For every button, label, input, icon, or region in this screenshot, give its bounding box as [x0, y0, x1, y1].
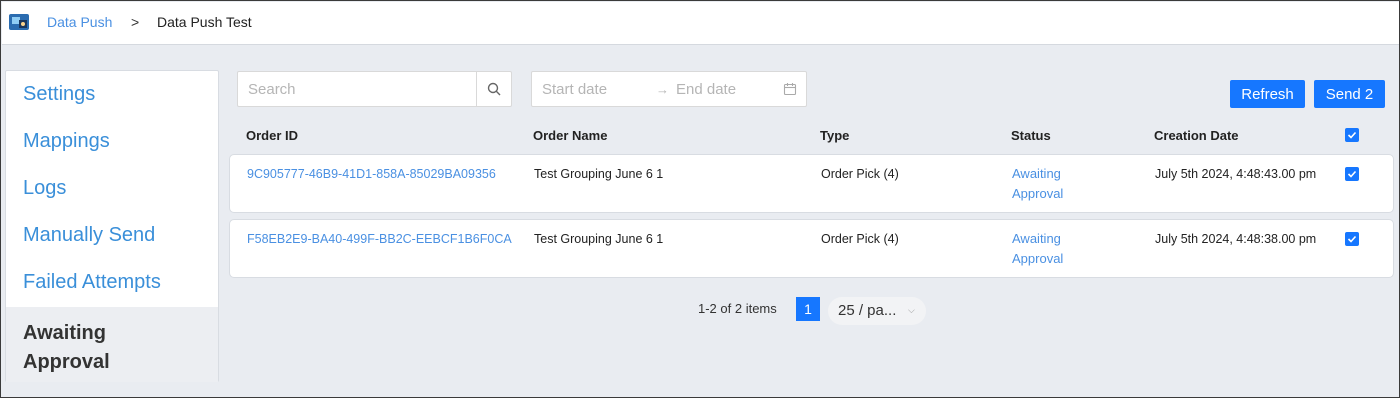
sidebar-item-failed-attempts[interactable]: Failed Attempts [6, 271, 218, 294]
sidebar-item-logs[interactable]: Logs [6, 177, 218, 200]
row-checkbox[interactable] [1345, 232, 1359, 246]
status-line-1: Awaiting [1012, 231, 1061, 246]
checkmark-icon [1347, 170, 1357, 178]
status-line-2: Approval [1012, 186, 1064, 201]
chevron-down-icon: ⌵ [908, 305, 915, 315]
checkmark-icon [1347, 131, 1357, 139]
order-id-link[interactable]: F58EB2E9-BA40-499F-BB2C-EEBCF1B6F0CA [247, 229, 512, 249]
sidebar: Settings Mappings Logs Manually Send Fai… [5, 70, 219, 382]
page-button-1[interactable]: 1 [796, 297, 820, 321]
column-header-order-name: Order Name [533, 128, 608, 143]
column-header-creation-date: Creation Date [1154, 128, 1239, 143]
breadcrumb-separator: > [131, 14, 140, 30]
sidebar-item-manually-send[interactable]: Manually Send [6, 224, 218, 247]
page-size-value: 25 / pa... [838, 302, 897, 319]
start-date-input[interactable]: Start date [542, 81, 607, 98]
sidebar-item-awaiting-approval-label: Awaiting Approval [23, 322, 110, 373]
order-name: Test Grouping June 6 1 [534, 167, 664, 181]
date-range-picker[interactable]: Start date → End date [531, 71, 807, 107]
pagination-summary: 1-2 of 2 items [698, 301, 777, 316]
date-range-arrow: → [656, 82, 669, 97]
select-all-checkbox[interactable] [1345, 128, 1359, 142]
table-row: F58EB2E9-BA40-499F-BB2C-EEBCF1B6F0CA Tes… [229, 219, 1394, 278]
top-bar: Data Push > Data Push Test [2, 2, 1399, 45]
end-date-input[interactable]: End date [676, 81, 736, 98]
creation-date: July 5th 2024, 4:48:38.00 pm [1155, 232, 1317, 246]
sidebar-item-mappings[interactable]: Mappings [6, 130, 218, 153]
order-type: Order Pick (4) [821, 167, 899, 181]
page-size-select[interactable]: 25 / pa... ⌵ [828, 297, 926, 325]
column-header-status: Status [1011, 128, 1051, 143]
app-window: Data Push > Data Push Test Settings Mapp… [0, 0, 1400, 398]
order-name: Test Grouping June 6 1 [534, 232, 664, 246]
order-id-link[interactable]: 9C905777-46B9-41D1-858A-85029BA09356 [247, 164, 496, 184]
sidebar-item-settings[interactable]: Settings [6, 83, 218, 106]
status-link[interactable]: Awaiting Approval [1012, 229, 1092, 269]
sidebar-item-awaiting-approval[interactable]: Awaiting Approval [6, 307, 218, 382]
search-icon [487, 82, 501, 96]
status-link[interactable]: Awaiting Approval [1012, 164, 1092, 204]
app-logo-icon [9, 14, 29, 30]
refresh-button[interactable]: Refresh [1230, 80, 1305, 108]
send-button[interactable]: Send 2 [1314, 80, 1385, 108]
checkmark-icon [1347, 235, 1357, 243]
search-input[interactable] [238, 72, 478, 106]
creation-date: July 5th 2024, 4:48:43.00 pm [1155, 167, 1317, 181]
status-line-1: Awaiting [1012, 166, 1061, 181]
column-header-type: Type [820, 128, 850, 143]
table-row: 9C905777-46B9-41D1-858A-85029BA09356 Tes… [229, 154, 1394, 213]
breadcrumb-current: Data Push Test [157, 14, 252, 30]
calendar-icon [783, 83, 797, 96]
search-button[interactable] [476, 72, 511, 106]
order-type: Order Pick (4) [821, 232, 899, 246]
row-checkbox[interactable] [1345, 167, 1359, 181]
status-line-2: Approval [1012, 251, 1064, 266]
search-field [237, 71, 512, 107]
breadcrumb-data-push[interactable]: Data Push [47, 14, 112, 30]
column-header-order-id: Order ID [246, 128, 299, 143]
